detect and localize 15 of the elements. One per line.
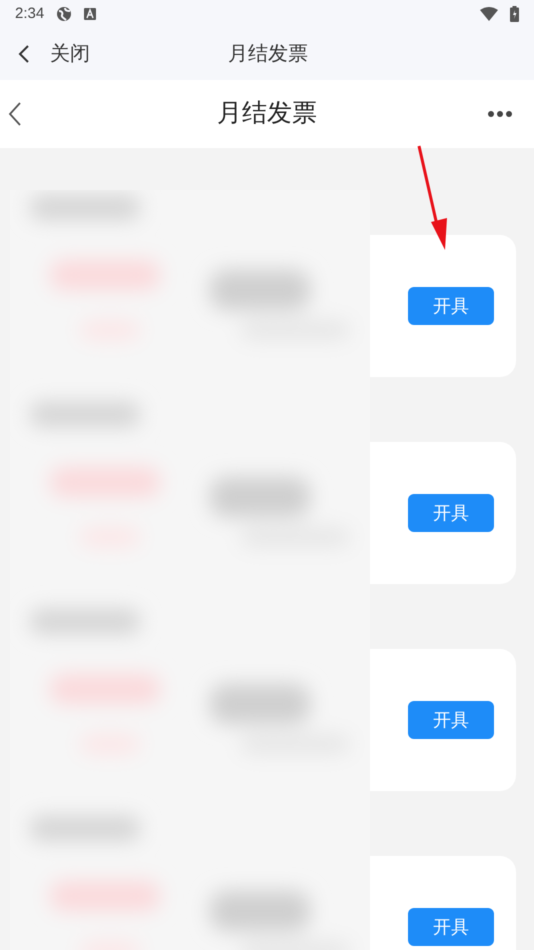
back-icon [18, 44, 30, 64]
webview-title: 月结发票 [228, 42, 308, 67]
globe-icon [56, 6, 72, 22]
battery-icon [510, 6, 519, 22]
back-icon[interactable] [8, 101, 22, 127]
issue-button[interactable]: 开具 [408, 287, 494, 325]
page-title: 月结发票 [217, 98, 317, 130]
more-icon[interactable] [488, 111, 512, 117]
wifi-icon [480, 7, 498, 21]
close-button[interactable]: 关闭 [0, 39, 90, 69]
status-time: 2:34 [15, 4, 44, 24]
issue-button[interactable]: 开具 [408, 701, 494, 739]
issue-button[interactable]: 开具 [408, 494, 494, 532]
keyboard-icon [84, 8, 96, 20]
issue-button[interactable]: 开具 [408, 908, 494, 946]
